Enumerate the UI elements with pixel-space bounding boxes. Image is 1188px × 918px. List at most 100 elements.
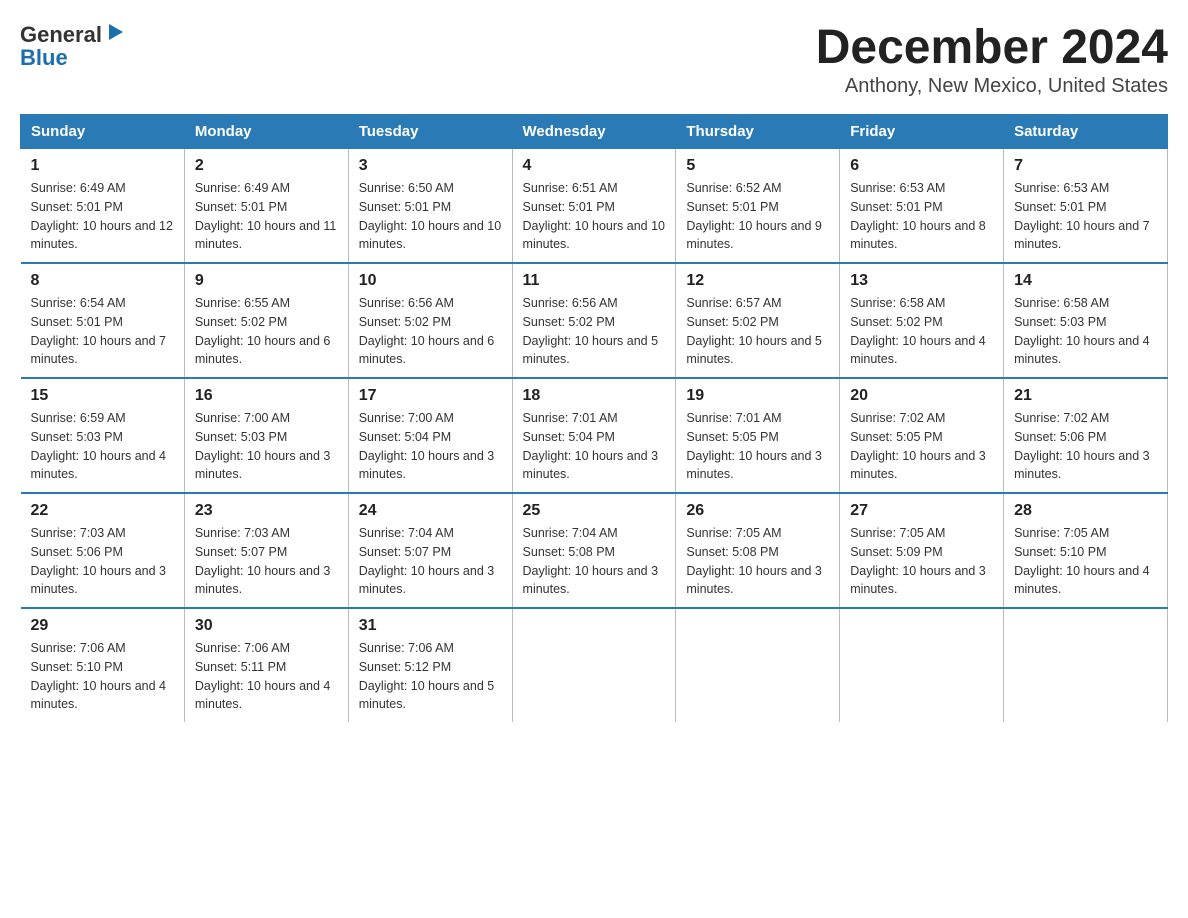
day-number: 3 — [359, 157, 502, 175]
day-cell-19: 19 Sunrise: 7:01 AMSunset: 5:05 PMDaylig… — [676, 378, 840, 493]
day-number: 25 — [523, 502, 666, 520]
day-cell-29: 29 Sunrise: 7:06 AMSunset: 5:10 PMDaylig… — [21, 608, 185, 722]
empty-cell — [512, 608, 676, 722]
day-number: 15 — [31, 387, 174, 405]
empty-cell — [1004, 608, 1168, 722]
day-number: 24 — [359, 502, 502, 520]
day-cell-6: 6 Sunrise: 6:53 AMSunset: 5:01 PMDayligh… — [840, 149, 1004, 264]
day-number: 31 — [359, 617, 502, 635]
calendar-header-row: Sunday Monday Tuesday Wednesday Thursday… — [21, 115, 1168, 149]
day-number: 8 — [31, 272, 174, 290]
day-cell-15: 15 Sunrise: 6:59 AMSunset: 5:03 PMDaylig… — [21, 378, 185, 493]
day-info: Sunrise: 7:04 AMSunset: 5:08 PMDaylight:… — [523, 524, 666, 599]
day-cell-14: 14 Sunrise: 6:58 AMSunset: 5:03 PMDaylig… — [1004, 263, 1168, 378]
logo: General Blue — [20, 20, 127, 71]
day-number: 12 — [686, 272, 829, 290]
day-cell-5: 5 Sunrise: 6:52 AMSunset: 5:01 PMDayligh… — [676, 149, 840, 264]
month-title: December 2024 — [816, 20, 1168, 75]
day-info: Sunrise: 6:53 AMSunset: 5:01 PMDaylight:… — [1014, 179, 1157, 254]
header-wednesday: Wednesday — [512, 115, 676, 149]
day-cell-28: 28 Sunrise: 7:05 AMSunset: 5:10 PMDaylig… — [1004, 493, 1168, 608]
day-cell-20: 20 Sunrise: 7:02 AMSunset: 5:05 PMDaylig… — [840, 378, 1004, 493]
day-info: Sunrise: 6:54 AMSunset: 5:01 PMDaylight:… — [31, 294, 174, 369]
day-info: Sunrise: 6:58 AMSunset: 5:02 PMDaylight:… — [850, 294, 993, 369]
day-cell-21: 21 Sunrise: 7:02 AMSunset: 5:06 PMDaylig… — [1004, 378, 1168, 493]
header-thursday: Thursday — [676, 115, 840, 149]
day-cell-30: 30 Sunrise: 7:06 AMSunset: 5:11 PMDaylig… — [184, 608, 348, 722]
header-monday: Monday — [184, 115, 348, 149]
day-info: Sunrise: 7:01 AMSunset: 5:05 PMDaylight:… — [686, 409, 829, 484]
day-info: Sunrise: 7:05 AMSunset: 5:10 PMDaylight:… — [1014, 524, 1157, 599]
day-cell-23: 23 Sunrise: 7:03 AMSunset: 5:07 PMDaylig… — [184, 493, 348, 608]
day-number: 23 — [195, 502, 338, 520]
header-saturday: Saturday — [1004, 115, 1168, 149]
logo-general-text: General — [20, 22, 102, 48]
day-cell-31: 31 Sunrise: 7:06 AMSunset: 5:12 PMDaylig… — [348, 608, 512, 722]
page-header: General Blue December 2024 Anthony, New … — [20, 20, 1168, 98]
calendar-table: Sunday Monday Tuesday Wednesday Thursday… — [20, 114, 1168, 722]
day-info: Sunrise: 6:57 AMSunset: 5:02 PMDaylight:… — [686, 294, 829, 369]
day-info: Sunrise: 7:02 AMSunset: 5:06 PMDaylight:… — [1014, 409, 1157, 484]
day-cell-18: 18 Sunrise: 7:01 AMSunset: 5:04 PMDaylig… — [512, 378, 676, 493]
header-friday: Friday — [840, 115, 1004, 149]
calendar-week-2: 8 Sunrise: 6:54 AMSunset: 5:01 PMDayligh… — [21, 263, 1168, 378]
empty-cell — [840, 608, 1004, 722]
day-info: Sunrise: 7:00 AMSunset: 5:04 PMDaylight:… — [359, 409, 502, 484]
day-number: 10 — [359, 272, 502, 290]
location-subtitle: Anthony, New Mexico, United States — [816, 75, 1168, 98]
day-info: Sunrise: 7:06 AMSunset: 5:12 PMDaylight:… — [359, 639, 502, 714]
day-cell-13: 13 Sunrise: 6:58 AMSunset: 5:02 PMDaylig… — [840, 263, 1004, 378]
day-number: 9 — [195, 272, 338, 290]
day-info: Sunrise: 7:06 AMSunset: 5:11 PMDaylight:… — [195, 639, 338, 714]
day-cell-1: 1 Sunrise: 6:49 AMSunset: 5:01 PMDayligh… — [21, 149, 185, 264]
day-info: Sunrise: 7:05 AMSunset: 5:08 PMDaylight:… — [686, 524, 829, 599]
day-info: Sunrise: 7:02 AMSunset: 5:05 PMDaylight:… — [850, 409, 993, 484]
day-number: 21 — [1014, 387, 1157, 405]
day-cell-3: 3 Sunrise: 6:50 AMSunset: 5:01 PMDayligh… — [348, 149, 512, 264]
day-info: Sunrise: 6:49 AMSunset: 5:01 PMDaylight:… — [31, 179, 174, 254]
calendar-week-4: 22 Sunrise: 7:03 AMSunset: 5:06 PMDaylig… — [21, 493, 1168, 608]
day-number: 26 — [686, 502, 829, 520]
day-cell-24: 24 Sunrise: 7:04 AMSunset: 5:07 PMDaylig… — [348, 493, 512, 608]
day-info: Sunrise: 6:56 AMSunset: 5:02 PMDaylight:… — [523, 294, 666, 369]
day-cell-2: 2 Sunrise: 6:49 AMSunset: 5:01 PMDayligh… — [184, 149, 348, 264]
day-cell-16: 16 Sunrise: 7:00 AMSunset: 5:03 PMDaylig… — [184, 378, 348, 493]
day-cell-25: 25 Sunrise: 7:04 AMSunset: 5:08 PMDaylig… — [512, 493, 676, 608]
day-number: 27 — [850, 502, 993, 520]
day-cell-8: 8 Sunrise: 6:54 AMSunset: 5:01 PMDayligh… — [21, 263, 185, 378]
day-number: 20 — [850, 387, 993, 405]
calendar-week-1: 1 Sunrise: 6:49 AMSunset: 5:01 PMDayligh… — [21, 149, 1168, 264]
day-number: 17 — [359, 387, 502, 405]
day-cell-22: 22 Sunrise: 7:03 AMSunset: 5:06 PMDaylig… — [21, 493, 185, 608]
day-number: 2 — [195, 157, 338, 175]
day-number: 11 — [523, 272, 666, 290]
calendar-week-3: 15 Sunrise: 6:59 AMSunset: 5:03 PMDaylig… — [21, 378, 1168, 493]
day-number: 19 — [686, 387, 829, 405]
day-info: Sunrise: 7:04 AMSunset: 5:07 PMDaylight:… — [359, 524, 502, 599]
day-info: Sunrise: 7:03 AMSunset: 5:06 PMDaylight:… — [31, 524, 174, 599]
day-cell-26: 26 Sunrise: 7:05 AMSunset: 5:08 PMDaylig… — [676, 493, 840, 608]
header-tuesday: Tuesday — [348, 115, 512, 149]
day-number: 13 — [850, 272, 993, 290]
day-number: 28 — [1014, 502, 1157, 520]
day-number: 18 — [523, 387, 666, 405]
day-info: Sunrise: 6:52 AMSunset: 5:01 PMDaylight:… — [686, 179, 829, 254]
day-number: 5 — [686, 157, 829, 175]
day-number: 14 — [1014, 272, 1157, 290]
day-cell-4: 4 Sunrise: 6:51 AMSunset: 5:01 PMDayligh… — [512, 149, 676, 264]
day-info: Sunrise: 6:59 AMSunset: 5:03 PMDaylight:… — [31, 409, 174, 484]
day-number: 1 — [31, 157, 174, 175]
day-info: Sunrise: 6:58 AMSunset: 5:03 PMDaylight:… — [1014, 294, 1157, 369]
day-number: 29 — [31, 617, 174, 635]
day-info: Sunrise: 6:49 AMSunset: 5:01 PMDaylight:… — [195, 179, 338, 254]
day-cell-12: 12 Sunrise: 6:57 AMSunset: 5:02 PMDaylig… — [676, 263, 840, 378]
day-cell-7: 7 Sunrise: 6:53 AMSunset: 5:01 PMDayligh… — [1004, 149, 1168, 264]
day-info: Sunrise: 7:00 AMSunset: 5:03 PMDaylight:… — [195, 409, 338, 484]
day-cell-9: 9 Sunrise: 6:55 AMSunset: 5:02 PMDayligh… — [184, 263, 348, 378]
logo-blue-text: Blue — [20, 45, 127, 71]
day-cell-27: 27 Sunrise: 7:05 AMSunset: 5:09 PMDaylig… — [840, 493, 1004, 608]
empty-cell — [676, 608, 840, 722]
day-info: Sunrise: 7:05 AMSunset: 5:09 PMDaylight:… — [850, 524, 993, 599]
day-number: 16 — [195, 387, 338, 405]
day-number: 6 — [850, 157, 993, 175]
